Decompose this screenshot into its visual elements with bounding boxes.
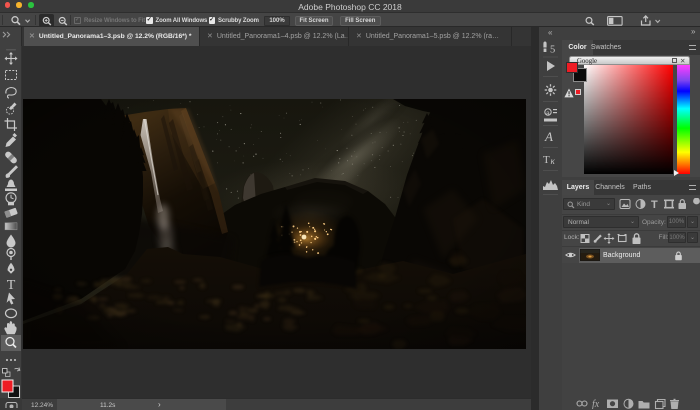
svg-text:T: T — [543, 154, 550, 166]
svg-text:T: T — [7, 278, 16, 293]
svg-text:κ: κ — [551, 156, 556, 166]
svg-text:a: a — [546, 110, 550, 117]
svg-text:A: A — [544, 129, 553, 144]
svg-text:fx: fx — [592, 399, 600, 409]
svg-text:5: 5 — [550, 45, 555, 56]
svg-text:T: T — [651, 199, 658, 210]
